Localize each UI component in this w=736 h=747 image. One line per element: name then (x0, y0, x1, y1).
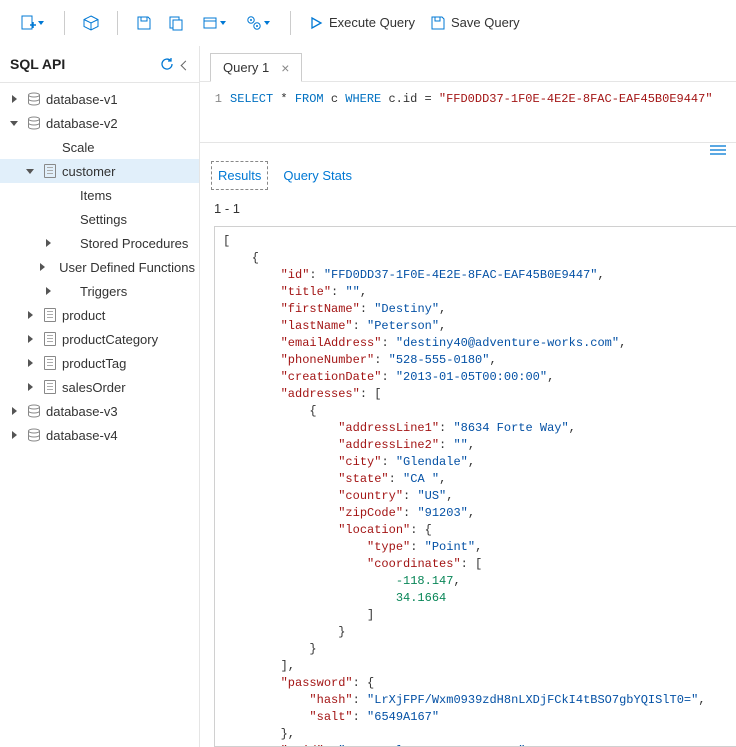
play-icon (309, 16, 323, 30)
menu-icon[interactable] (710, 145, 726, 155)
execute-query-label: Execute Query (329, 15, 415, 30)
tree: database-v1 database-v2 Scale customer Items… (0, 83, 199, 451)
tree-item-database-v1[interactable]: database-v1 (0, 87, 199, 111)
execute-query-button[interactable]: Execute Query (303, 9, 421, 37)
tree-item-label: Items (80, 188, 112, 203)
tabs-row: Query 1 × (200, 46, 736, 82)
document-icon (42, 380, 58, 394)
separator (64, 11, 65, 35)
save-query-label: Save Query (451, 15, 520, 30)
document-icon (42, 164, 58, 178)
sidebar: SQL API database-v1 database-v2 Scale custo… (0, 46, 200, 747)
database-icon (26, 428, 42, 442)
splitter[interactable] (200, 142, 736, 156)
refresh-icon[interactable] (160, 57, 174, 71)
save-icon (431, 16, 445, 30)
database-icon (26, 404, 42, 418)
tree-item-label: Stored Procedures (80, 236, 188, 251)
chevron-down-icon (38, 21, 44, 25)
query-text: SELECT * FROM c WHERE c.id = "FFD0DD37-1… (230, 92, 713, 106)
chevron-down-icon[interactable] (22, 169, 38, 174)
separator (117, 11, 118, 35)
tree-item-label: Triggers (80, 284, 127, 299)
tree-item-stored-procedures[interactable]: Stored Procedures (0, 231, 199, 255)
line-number: 1 (200, 92, 230, 106)
tree-item-productcategory[interactable]: productCategory (0, 327, 199, 351)
tab-query-stats[interactable]: Query Stats (279, 164, 356, 187)
tree-item-database-v4[interactable]: database-v4 (0, 423, 199, 447)
tree-item-customer[interactable]: customer (0, 159, 199, 183)
tree-item-producttag[interactable]: productTag (0, 351, 199, 375)
chevron-right-icon[interactable] (22, 335, 38, 343)
database-icon (26, 92, 42, 106)
tree-item-salesorder[interactable]: salesOrder (0, 375, 199, 399)
tree-item-triggers[interactable]: Triggers (0, 279, 199, 303)
chevron-down-icon (264, 21, 270, 25)
sidebar-title: SQL API (10, 56, 65, 72)
open-button[interactable] (194, 9, 234, 37)
document-icon (42, 308, 58, 322)
tree-item-label: database-v4 (46, 428, 118, 443)
tree-item-label: productCategory (62, 332, 158, 347)
json-output[interactable]: [ { "id": "FFD0DD37-1F0E-4E2E-8FAC-EAF45… (214, 226, 736, 747)
collapse-icon[interactable] (182, 57, 189, 72)
tree-item-label: product (62, 308, 105, 323)
result-range: 1 - 1 (200, 193, 736, 222)
chevron-right-icon[interactable] (40, 287, 56, 295)
cube-button[interactable] (77, 9, 105, 37)
tab-results[interactable]: Results (214, 164, 265, 187)
tree-item-settings[interactable]: Settings (0, 207, 199, 231)
chevron-down-icon (220, 21, 226, 25)
result-tabs: Results Query Stats (200, 156, 736, 193)
toolbar: Execute Query Save Query (0, 0, 736, 46)
tab-label: Query 1 (223, 60, 269, 75)
chevron-right-icon[interactable] (6, 407, 22, 415)
tab-query[interactable]: Query 1 × (210, 53, 302, 82)
tree-item-label: customer (62, 164, 115, 179)
new-item-button[interactable] (12, 9, 52, 37)
chevron-right-icon[interactable] (22, 359, 38, 367)
tree-item-label: productTag (62, 356, 126, 371)
save-button-icon[interactable] (130, 9, 158, 37)
tree-item-label: salesOrder (62, 380, 126, 395)
chevron-right-icon[interactable] (6, 95, 22, 103)
chevron-right-icon[interactable] (22, 383, 38, 391)
settings-button[interactable] (238, 9, 278, 37)
tree-item-user-defined-functions[interactable]: User Defined Functions (0, 255, 199, 279)
sidebar-header: SQL API (0, 50, 199, 83)
chevron-right-icon[interactable] (40, 239, 56, 247)
query-editor[interactable]: 1 SELECT * FROM c WHERE c.id = "FFD0DD37… (200, 82, 736, 142)
chevron-down-icon[interactable] (6, 121, 22, 126)
chevron-right-icon[interactable] (22, 311, 38, 319)
tree-item-items[interactable]: Items (0, 183, 199, 207)
close-icon[interactable]: × (281, 61, 289, 75)
document-icon (42, 332, 58, 346)
chevron-right-icon[interactable] (6, 431, 22, 439)
tree-item-database-v2[interactable]: database-v2 (0, 111, 199, 135)
database-icon (26, 116, 42, 130)
content-area: Query 1 × 1 SELECT * FROM c WHERE c.id =… (200, 46, 736, 747)
tree-item-label: database-v2 (46, 116, 118, 131)
tree-item-label: database-v3 (46, 404, 118, 419)
tree-item-database-v3[interactable]: database-v3 (0, 399, 199, 423)
tree-item-scale[interactable]: Scale (0, 135, 199, 159)
save-query-button[interactable]: Save Query (425, 9, 526, 37)
tree-item-label: database-v1 (46, 92, 118, 107)
copy-button[interactable] (162, 9, 190, 37)
tree-item-product[interactable]: product (0, 303, 199, 327)
document-icon (42, 356, 58, 370)
tree-item-label: Settings (80, 212, 127, 227)
chevron-right-icon[interactable] (40, 263, 46, 271)
tree-item-label: User Defined Functions (59, 260, 195, 275)
separator (290, 11, 291, 35)
tree-item-label: Scale (62, 140, 95, 155)
